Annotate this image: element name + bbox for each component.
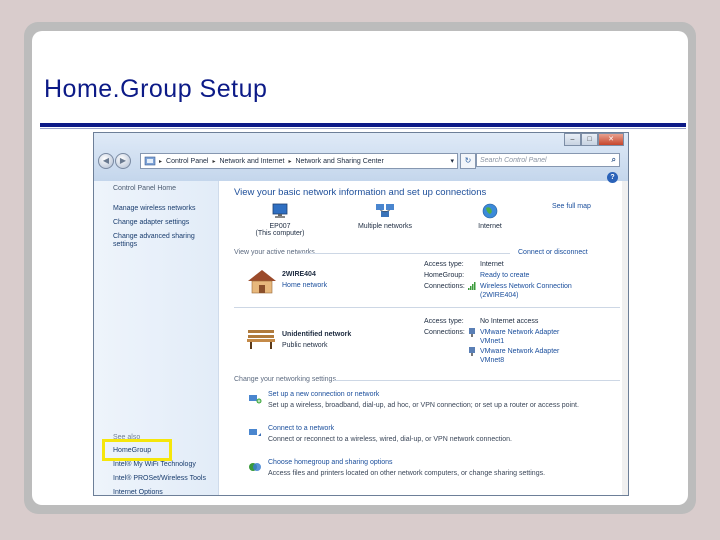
network-icon [376, 204, 394, 217]
network1-name: 2WIRE404 [282, 271, 316, 278]
network2-connection-1-sub[interactable]: VMnet1 [480, 338, 504, 345]
network1-homegroup-label: HomeGroup: [424, 272, 465, 279]
connect-network-icon [249, 429, 261, 436]
task-setup-connection-link[interactable]: Set up a new connection or network [268, 391, 379, 398]
close-button[interactable]: ✕ [598, 133, 624, 146]
network2-connection-1[interactable]: VMware Network Adapter [480, 329, 559, 336]
network-sharing-window: – □ ✕ ◀ ▶ ▸ Control Panel ▸ Network and … [93, 132, 629, 496]
node-computer-sub: (This computer) [255, 230, 305, 237]
main-content: ? View your basic network information an… [220, 172, 628, 495]
task-setup-connection-desc: Set up a wireless, broadband, dial-up, a… [268, 402, 579, 409]
search-input[interactable]: Search Control Panel ⌕ [476, 153, 620, 167]
breadcrumb-network-sharing-center[interactable]: Network and Sharing Center [295, 158, 383, 165]
sidebar-control-panel-home[interactable]: Control Panel Home [113, 185, 176, 192]
see-also-intel-proset[interactable]: Intel® PROSet/Wireless Tools [113, 475, 206, 482]
breadcrumb-control-panel[interactable]: Control Panel [166, 158, 208, 165]
node-internet-name: Internet [478, 223, 502, 230]
title-rule [40, 123, 686, 127]
task-connect-network-link[interactable]: Connect to a network [268, 425, 334, 432]
network2-connection-2-sub[interactable]: VMnet8 [480, 357, 504, 364]
address-dropdown-icon[interactable]: ▾ [450, 157, 454, 165]
refresh-button[interactable]: ↻ [460, 153, 476, 169]
node-computer-name: EP007 [269, 223, 291, 230]
network1-access-type: Internet [480, 261, 504, 268]
computer-icon [272, 203, 288, 218]
network2-connections-label: Connections: [424, 329, 465, 336]
sidebar-item-advanced-sharing[interactable]: Change advanced sharing [113, 233, 195, 240]
scrollbar[interactable] [622, 181, 628, 495]
network1-connection-sub[interactable]: (2WIRE404) [480, 292, 519, 299]
task-homegroup-options-link[interactable]: Choose homegroup and sharing options [268, 459, 393, 466]
forward-button[interactable]: ▶ [115, 153, 131, 169]
see-full-map-link[interactable]: See full map [552, 203, 591, 210]
network2-name: Unidentified network [282, 331, 352, 338]
network1-connections-label: Connections: [424, 283, 465, 290]
address-bar[interactable]: ▸ Control Panel ▸ Network and Internet ▸… [140, 153, 458, 169]
park-bench-icon [247, 330, 275, 349]
page-heading: View your basic network information and … [234, 187, 487, 198]
network2-access-type-label: Access type: [424, 318, 464, 325]
active-networks-divider [300, 253, 510, 254]
homegroup-highlight-box [102, 439, 172, 461]
node-multiple-networks: Multiple networks [350, 203, 420, 230]
network1-access-type-label: Access type: [424, 261, 464, 268]
task-homegroup-options-desc: Access files and printers located on oth… [268, 470, 546, 477]
control-panel-icon [144, 156, 156, 166]
minimize-button[interactable]: – [564, 133, 581, 146]
search-placeholder: Search Control Panel [480, 156, 547, 164]
network1-divider [234, 307, 620, 308]
sidebar-item-advanced-sharing-cont[interactable]: settings [113, 241, 137, 248]
breadcrumb-sep-icon: ▸ [159, 158, 163, 165]
sidebar-item-manage-wireless[interactable]: Manage wireless networks [113, 205, 195, 212]
see-also-intel-wifi[interactable]: Intel® My WiFi Technology [113, 461, 196, 468]
network2-access-type: No Internet access [480, 318, 539, 325]
network2-connection-2[interactable]: VMware Network Adapter [480, 348, 559, 355]
sidebar-item-adapter-settings[interactable]: Change adapter settings [113, 219, 189, 226]
window-controls: – □ ✕ [564, 133, 624, 146]
breadcrumb-sep-icon: ▸ [212, 158, 216, 165]
new-connection-icon [249, 395, 262, 404]
task-connect-network-desc: Connect or reconnect to a wireless, wire… [268, 436, 512, 443]
window-titlebar: – □ ✕ ◀ ▶ ▸ Control Panel ▸ Network and … [94, 133, 628, 181]
connect-disconnect-link[interactable]: Connect or disconnect [518, 249, 588, 256]
maximize-button[interactable]: □ [581, 133, 598, 146]
node-this-computer: EP007 (This computer) [250, 203, 310, 237]
node-networks-name: Multiple networks [357, 223, 413, 230]
see-also-internet-options[interactable]: Internet Options [113, 489, 163, 495]
slide-title: Home.Group Setup [44, 75, 268, 103]
adapter-icon [469, 328, 475, 337]
wireless-signal-icon [468, 282, 476, 290]
help-icon[interactable]: ? [607, 172, 618, 183]
homegroup-options-icon [249, 463, 261, 471]
network1-connection-link[interactable]: Wireless Network Connection [480, 283, 572, 290]
node-internet: Internet [460, 203, 520, 230]
breadcrumb-network-internet[interactable]: Network and Internet [219, 158, 284, 165]
network1-type-link[interactable]: Home network [282, 282, 327, 289]
back-button[interactable]: ◀ [98, 153, 114, 169]
network1-homegroup-link[interactable]: Ready to create [480, 272, 529, 279]
title-rule-thin [40, 128, 686, 129]
house-icon [248, 270, 276, 294]
network2-type[interactable]: Public network [282, 342, 328, 349]
breadcrumb-sep-icon: ▸ [288, 158, 292, 165]
change-settings-divider [334, 380, 620, 381]
change-settings-label: Change your networking settings [234, 376, 336, 383]
globe-icon [482, 203, 498, 219]
search-icon[interactable]: ⌕ [612, 155, 616, 165]
adapter-icon [469, 347, 475, 356]
sidebar: Control Panel Home Manage wireless netwo… [94, 181, 219, 495]
